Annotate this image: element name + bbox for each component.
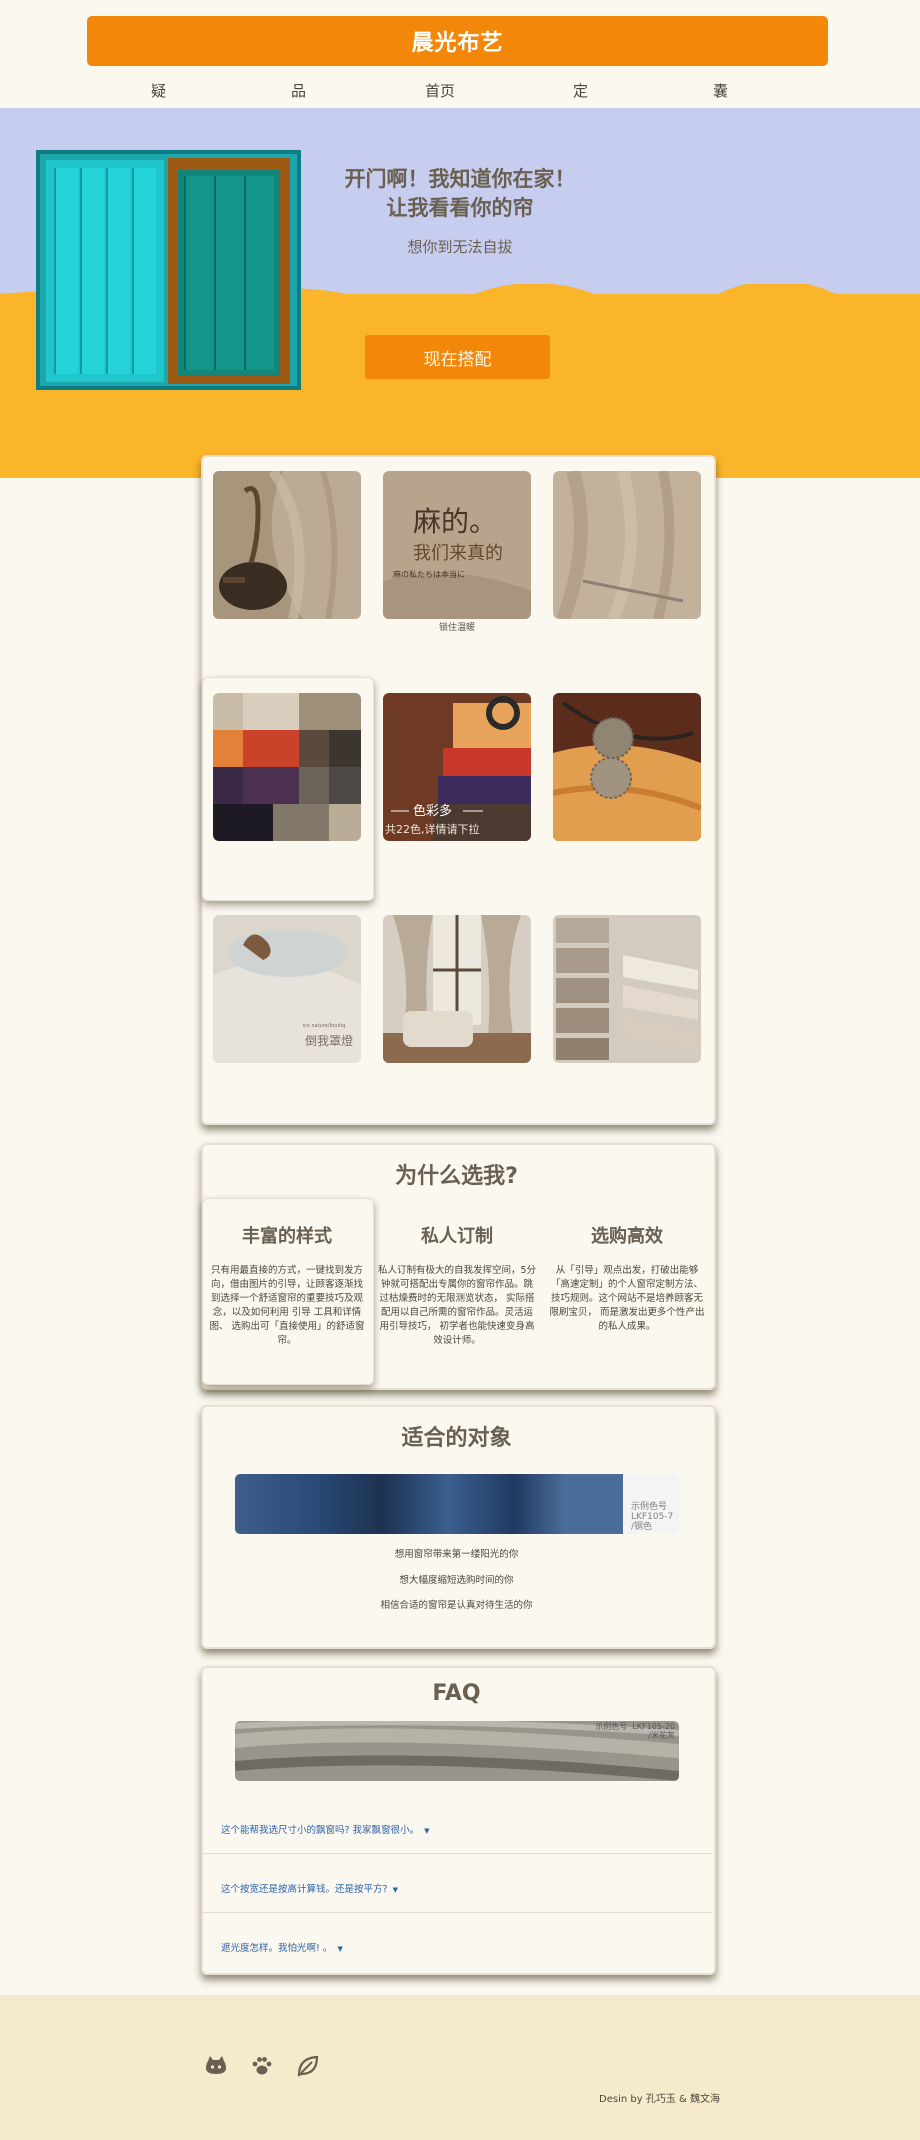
gallery-tile-swatches[interactable] [213,693,361,841]
linen-drape-photo-icon [553,471,701,619]
footer-credit: Desin by 孔巧玉 & 魏文海 [599,2094,720,2105]
tile-overlay-label: 倒我罩燈 [305,1033,353,1048]
faq-divider [201,1912,712,1913]
tile-overlay-line2: 我们来真的 [413,543,503,564]
footer [0,1995,920,2140]
faq-banner-label: 示例色号 LKF105-20 /米驼灰 [595,1722,675,1740]
github-cat-icon[interactable] [204,2054,228,2078]
faq-question-2[interactable]: 这个按宽还是按高计算钱。还是按平方? ▼ [221,1877,398,1896]
hero-title: 开门啊！我知道你在家！ 让我看看你的帘 [320,165,600,223]
tile-overlay-line3: 麻の私たちは本当に [393,569,465,579]
feature-text-efficient: 从「引导」观点出发，打破出能够「高速定制」的个人窗帘定制方法、技巧规则。这个网站… [549,1265,705,1332]
linen-text-photo-icon: 麻的。 我们来真的 麻の私たちは本当に [383,471,531,619]
brand-banner[interactable]: 晨光布艺 [87,16,828,66]
faq-title: FAQ [432,1681,481,1706]
faq-divider [201,1853,712,1854]
faq-banner: 示例色号 LKF105-20 /米驼灰 [235,1721,679,1781]
match-now-button[interactable]: 现在搭配 [365,335,550,379]
caret-down-icon[interactable]: ▼ [337,1945,342,1953]
why-title: 为什么选我? [395,1164,518,1189]
targets-banner-label: 示例色号 LKF105-7 /钢色 [631,1502,674,1532]
target-line-3: 相信合适的窗帘是认真对待生活的你 [380,1600,533,1611]
gallery-tile-tieback[interactable] [553,693,701,841]
feature-title-custom: 私人订制 [421,1226,493,1247]
faq-question-text[interactable]: 这个能帮我选尺寸小的飘窗吗? 我家飘窗很小。 [221,1825,419,1836]
nav-item-home[interactable]: 首页 [425,80,455,101]
gallery-tile-figurine[interactable]: ᥲ≋ nature/boutiq 倒我罩燈 [213,915,361,1063]
caret-down-icon[interactable]: ▼ [424,1827,429,1835]
feature-text-custom: 私人订制有极大的自我发挥空间，5分钟就可搭配出专属你的窗帘作品。跳过枯燥费时的无… [377,1265,537,1346]
gallery-tile-colors[interactable]: 色彩多 共22色,详情请下拉 [383,693,531,841]
faq-question-3[interactable]: 遮光度怎样。我怕光啊! 。 ▼ [221,1936,343,1955]
target-line-2: 想大幅度缩短选购时间的你 [399,1575,514,1586]
tile-overlay-line1: 麻的。 [413,505,497,538]
curtain-tieback-photo-icon [553,693,701,841]
gallery-tile-folded[interactable] [553,915,701,1063]
swatch-grid-photo-icon [213,693,361,841]
linen-figurine-photo-icon: ᥲ≋ nature/boutiq 倒我罩燈 [213,915,361,1063]
linen-teapot-photo-icon [213,471,361,619]
door-left-panel [46,160,164,382]
hero-title-line1: 开门啊！我知道你在家！ [344,167,576,191]
feature-text-styles: 只有用最直接的方式，一键找到发方向，借由图片的引导，让顾客逐渐找到选择一个舒适窗… [209,1265,365,1346]
caret-down-icon[interactable]: ▼ [393,1886,398,1894]
hero-subtitle: 想你到无法自拔 [407,238,513,256]
leaf-icon[interactable] [296,2054,320,2078]
targets-banner: 示例色号 LKF105-7 /钢色 [235,1474,679,1534]
tile-caption: 锁住温暖 [438,623,475,633]
denim-fabric-photo-icon [235,1474,679,1534]
nav-item-4[interactable]: 定 [573,80,588,101]
hero-title-line2: 让我看看你的帘 [386,196,534,220]
paw-icon[interactable] [250,2054,274,2078]
faq-question-1[interactable]: 这个能帮我选尺寸小的飘窗吗? 我家飘窗很小。 ▼ [221,1818,430,1837]
gallery-tile-livingroom[interactable] [383,915,531,1063]
color-fold-photo-icon: 色彩多 共22色,详情请下拉 [383,693,531,841]
tile-overlay-subtitle: 共22色,详情请下拉 [385,822,480,836]
feature-title-efficient: 选购高效 [591,1226,663,1247]
door-right-panel [178,170,280,376]
nav-item-1[interactable]: 疑 [151,80,166,101]
nav-item-2[interactable]: 品 [291,80,306,101]
faq-question-text[interactable]: 这个按宽还是按高计算钱。还是按平方? [221,1884,388,1895]
nav-item-5[interactable]: 囊 [713,80,728,101]
feature-title-styles: 丰富的样式 [242,1226,332,1247]
gallery-tile-drape[interactable] [553,471,701,619]
folded-fabric-photo-icon [553,915,701,1063]
gallery-tile-teapot[interactable] [213,471,361,619]
tile-overlay-title: 色彩多 [413,803,452,819]
target-line-1: 想用窗帘带来第一缕阳光的你 [394,1549,519,1560]
faq-question-text[interactable]: 遮光度怎样。我怕光啊! 。 [221,1943,332,1954]
living-room-curtain-photo-icon [383,915,531,1063]
gallery-tile-linen-text[interactable]: 麻的。 我们来真的 麻の私たちは本当に [383,471,531,619]
targets-title: 适合的对象 [401,1426,512,1451]
tile-overlay-small: ᥲ≋ nature/boutiq [303,1023,345,1029]
